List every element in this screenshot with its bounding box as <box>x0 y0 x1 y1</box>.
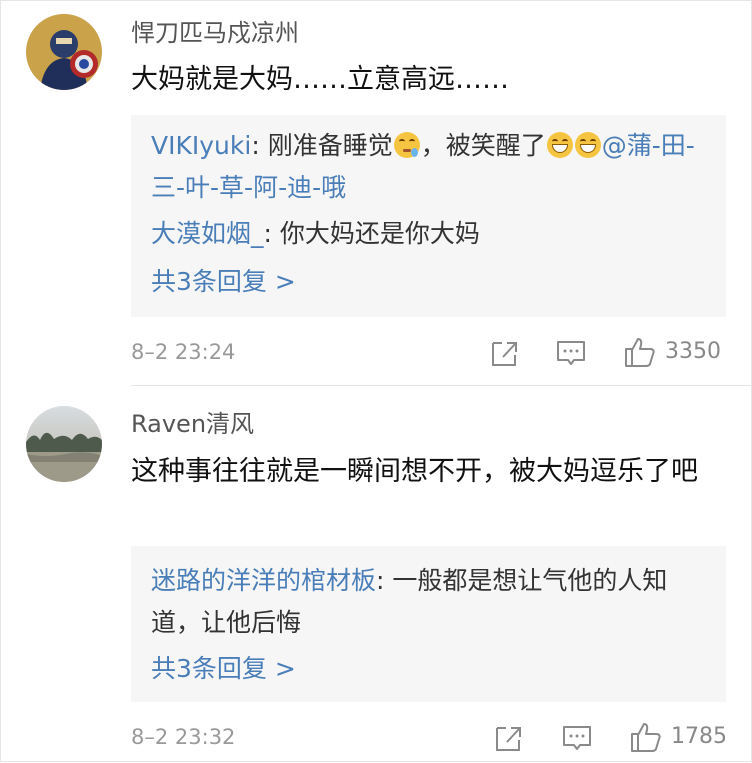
reply-separator: : <box>376 566 393 595</box>
share-icon[interactable] <box>493 720 523 754</box>
reply-username[interactable]: 大漠如烟_ <box>151 219 264 248</box>
comment-time: 8–2 23:24 <box>131 340 236 364</box>
comment-footer: 8–2 23:32 1785 <box>131 720 727 754</box>
share-icon[interactable] <box>489 335 519 369</box>
like-count: 1785 <box>671 724 727 749</box>
like-count: 3350 <box>665 339 721 364</box>
reply-username[interactable]: 迷路的洋洋的棺材板 <box>151 566 376 595</box>
comment-icon[interactable] <box>561 720 593 754</box>
comment-time: 8–2 23:32 <box>131 725 236 749</box>
reply-box: 迷路的洋洋的棺材板: 一般都是想让气他的人知道，让他后悔 共3条回复 > <box>131 546 726 702</box>
comment-item: 悍刀匹马戍凉州 大妈就是大妈……立意高远…… VIKIyuki: 刚准备睡觉 ，被… <box>1 1 752 385</box>
sleepy-emoji-icon <box>393 132 420 158</box>
thumbs-up-icon[interactable] <box>629 720 663 754</box>
comment-footer: 8–2 23:24 3350 <box>131 335 726 369</box>
comment-icon[interactable] <box>555 335 587 369</box>
reply-separator: : <box>263 219 280 248</box>
reply-item: VIKIyuki: 刚准备睡觉 ，被笑醒了 @蒲-田-三-叶-草-阿-迪-哦 <box>151 125 711 209</box>
more-replies-link[interactable]: 共3条回复 > <box>151 648 296 690</box>
grin-emoji-icon <box>546 132 573 158</box>
comment-text: 大妈就是大妈……立意高远…… <box>131 64 509 95</box>
reply-username[interactable]: VIKIyuki <box>151 131 251 160</box>
reply-text: 刚准备睡觉 <box>267 131 393 160</box>
reply-box: VIKIyuki: 刚准备睡觉 ，被笑醒了 @蒲-田-三-叶-草-阿-迪-哦 大漠如… <box>131 115 726 317</box>
comment-text: 这种事往往就是一瞬间想不开，被大妈逗乐了吧 <box>131 456 698 487</box>
reply-item: 迷路的洋洋的棺材板: 一般都是想让气他的人知道，让他后悔 <box>151 560 711 644</box>
thumbs-up-icon[interactable] <box>623 335 657 369</box>
reply-text: 你大妈还是你大妈 <box>279 219 480 248</box>
comment-username[interactable]: 悍刀匹马戍凉州 <box>131 17 299 49</box>
reply-separator: : <box>251 131 268 160</box>
avatar[interactable] <box>26 406 102 482</box>
comment-username[interactable]: Raven清风 <box>131 408 254 440</box>
reply-text-continued: ，被笑醒了 <box>420 131 546 160</box>
reply-item: 大漠如烟_: 你大妈还是你大妈 <box>151 213 711 255</box>
comment-item: Raven清风 这种事往往就是一瞬间想不开，被大妈逗乐了吧 迷路的洋洋的棺材板:… <box>1 386 752 763</box>
more-replies-link[interactable]: 共3条回复 > <box>151 261 296 303</box>
avatar[interactable] <box>26 14 102 90</box>
grin-emoji-icon <box>574 132 601 158</box>
